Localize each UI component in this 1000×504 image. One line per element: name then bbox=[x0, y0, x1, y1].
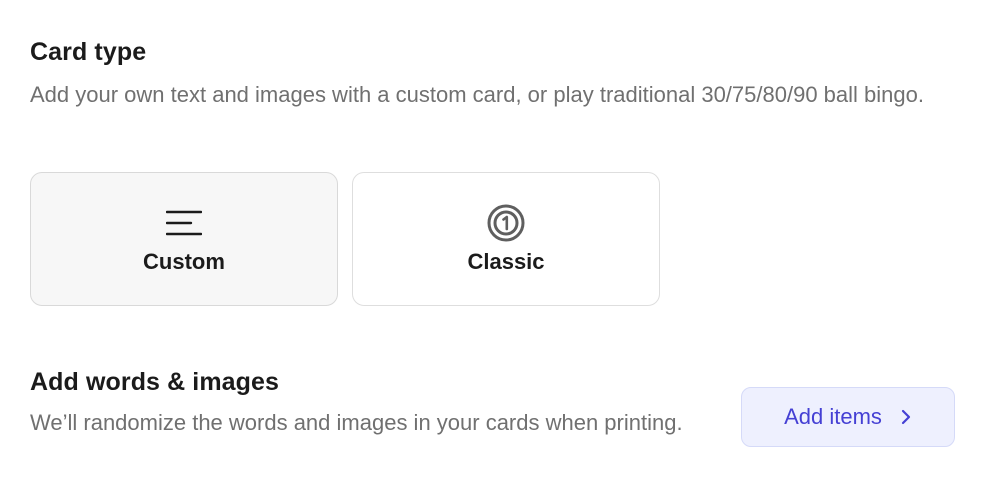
add-items-button[interactable]: Add items bbox=[741, 387, 955, 447]
card-type-classic-label: Classic bbox=[467, 249, 545, 274]
card-type-title: Card type bbox=[30, 38, 147, 66]
words-images-title: Add words & images bbox=[30, 368, 280, 396]
add-items-label: Add items bbox=[784, 404, 882, 429]
card-type-custom-label: Custom bbox=[143, 249, 225, 274]
chevron-right-icon bbox=[900, 408, 912, 426]
words-images-description: We’ll randomize the words and images in … bbox=[30, 410, 683, 435]
card-settings-panel: Card type Add your own text and images w… bbox=[0, 0, 1000, 504]
text-lines-icon bbox=[164, 203, 204, 243]
number-one-circle-icon bbox=[486, 203, 526, 243]
card-type-classic-option[interactable]: Classic bbox=[352, 172, 660, 306]
card-type-options: Custom Classic bbox=[30, 172, 660, 306]
card-type-description: Add your own text and images with a cust… bbox=[30, 82, 924, 107]
card-type-custom-option[interactable]: Custom bbox=[30, 172, 338, 306]
